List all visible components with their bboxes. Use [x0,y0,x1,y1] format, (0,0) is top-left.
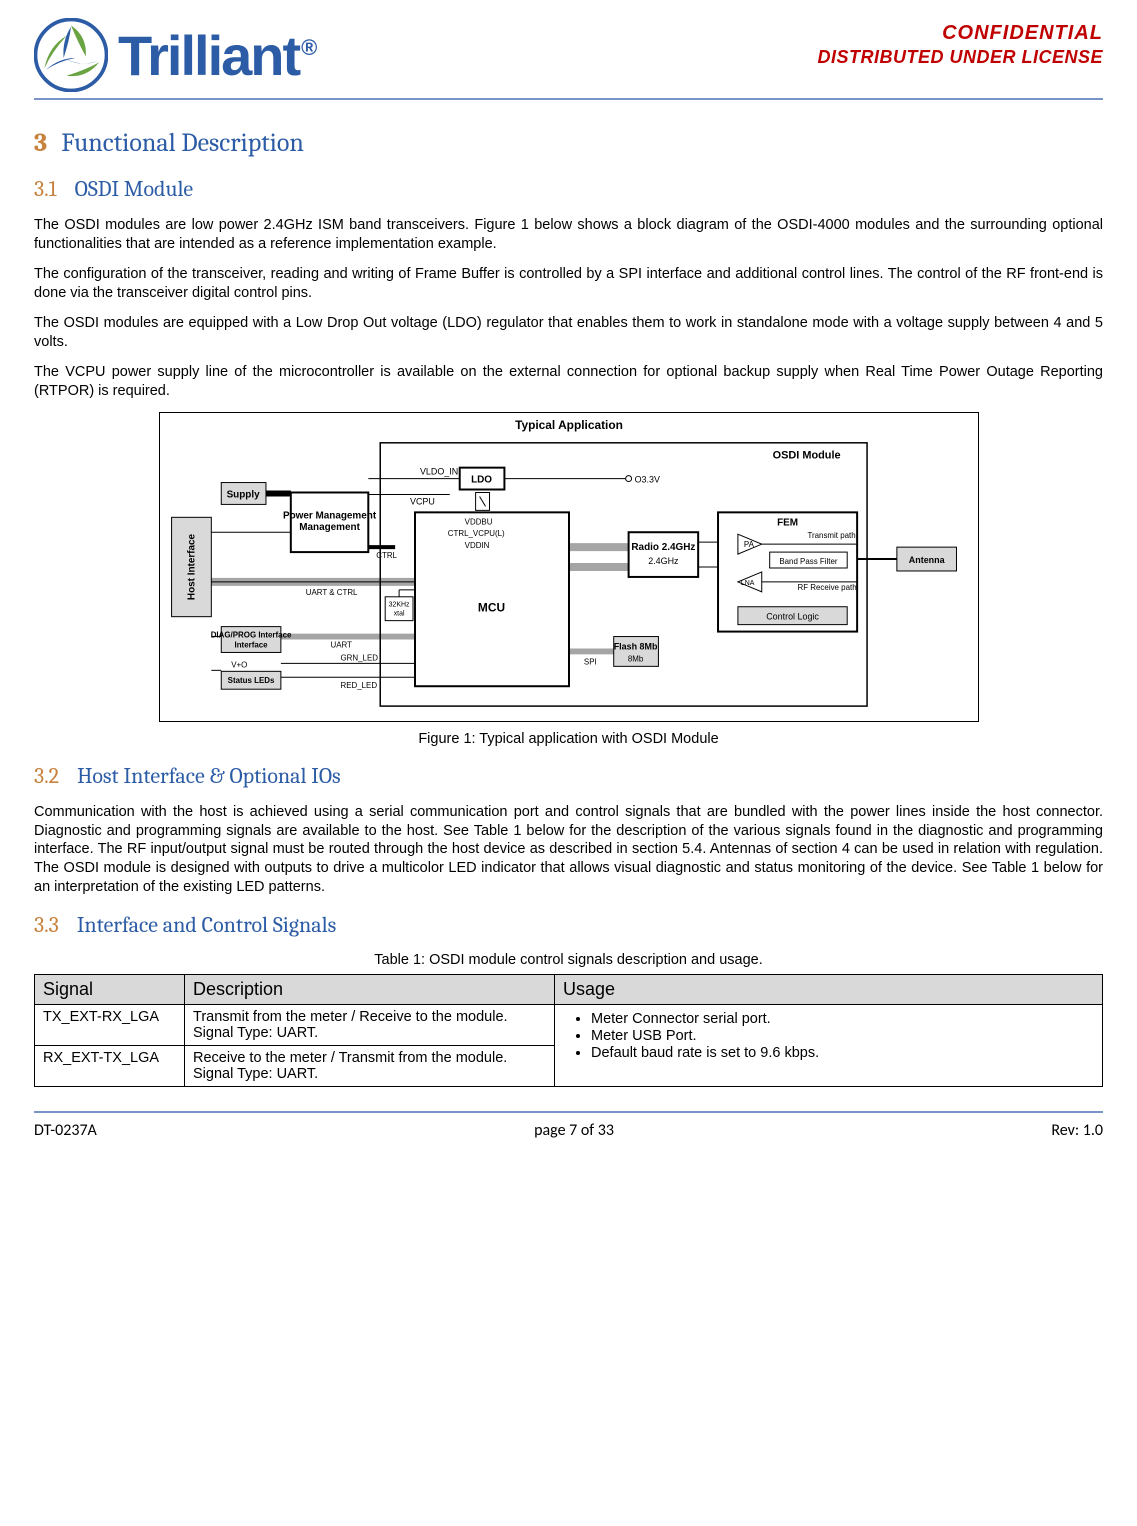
svg-text:UART & CTRL: UART & CTRL [305,588,357,597]
svg-text:Status LEDs: Status LEDs [227,677,274,686]
svg-text:Management: Management [299,523,360,534]
figure-1-caption: Figure 1: Typical application with OSDI … [34,731,1103,747]
svg-text:Power Management: Power Management [282,511,376,522]
th-usage: Usage [555,975,1103,1005]
svg-text:VCPU: VCPU [410,497,435,507]
svg-text:DIAG/PROG Interface: DIAG/PROG Interface [210,631,291,640]
svg-text:CTRL: CTRL [376,551,397,560]
svg-text:UART: UART [330,641,352,650]
confidential-label: CONFIDENTIAL [817,22,1103,45]
heading-3-2: 3.2Host Interface & Optional IOs [34,763,1103,789]
table-row: TX_EXT-RX_LGA Transmit from the meter / … [35,1005,1103,1046]
cell-usage: Meter Connector serial port. Meter USB P… [555,1005,1103,1087]
svg-text:OSDI Module: OSDI Module [772,450,840,462]
svg-text:2.4GHz: 2.4GHz [648,556,679,566]
trilliant-logo-icon [34,18,108,92]
svg-text:RED_LED: RED_LED [340,682,377,691]
svg-text:V+O: V+O [231,661,247,670]
licensed-label: DISTRIBUTED UNDER LICENSE [817,47,1103,68]
svg-text:Transmit path: Transmit path [807,532,855,541]
th-signal: Signal [35,975,185,1005]
svg-text:VDDBU: VDDBU [464,518,492,527]
cell-signal: RX_EXT-TX_LGA [35,1046,185,1087]
svg-text:FEM: FEM [777,518,798,529]
heading-3-3: 3.3Interface and Control Signals [34,912,1103,938]
paragraph: Communication with the host is achieved … [34,803,1103,896]
svg-text:8Mb: 8Mb [627,655,643,664]
figure-1: Typical Application OSDI Module Host Int… [34,412,1103,727]
cell-description: Transmit from the meter / Receive to the… [185,1005,555,1046]
table-1-caption: Table 1: OSDI module control signals des… [34,952,1103,968]
page-footer: DT-0237A page 7 of 33 Rev: 1.0 [34,1121,1103,1140]
svg-text:Control Logic: Control Logic [766,612,819,622]
page-header: Trilliant® CONFIDENTIAL DISTRIBUTED UNDE… [34,18,1103,92]
cell-description: Receive to the meter / Transmit from the… [185,1046,555,1087]
usage-item: Meter USB Port. [591,1028,1094,1044]
table-1: Signal Description Usage TX_EXT-RX_LGA T… [34,974,1103,1087]
paragraph: The configuration of the transceiver, re… [34,265,1103,302]
usage-item: Meter Connector serial port. [591,1011,1094,1027]
heading-3: 3Functional Description [34,128,1103,158]
footer-rev: Rev: 1.0 [1051,1121,1103,1140]
paragraph: The VCPU power supply line of the microc… [34,363,1103,400]
paragraph: The OSDI modules are low power 2.4GHz IS… [34,216,1103,253]
classification-block: CONFIDENTIAL DISTRIBUTED UNDER LICENSE [817,22,1103,68]
th-description: Description [185,975,555,1005]
svg-text:MCU: MCU [477,601,504,615]
svg-text:VLDO_IN: VLDO_IN [419,467,457,477]
logo-block: Trilliant® [34,18,315,92]
svg-text:Radio 2.4GHz: Radio 2.4GHz [631,542,695,553]
svg-text:PA: PA [743,541,754,550]
footer-doc-id: DT-0237A [34,1121,97,1140]
header-rule [34,98,1103,100]
svg-text:Typical Application: Typical Application [515,418,623,432]
svg-text:32KHz: 32KHz [388,602,409,609]
svg-text:Antenna: Antenna [908,555,945,565]
svg-text:VDDIN: VDDIN [464,541,489,550]
svg-text:LNA: LNA [740,580,754,587]
svg-text:GRN_LED: GRN_LED [340,654,378,663]
svg-text:Interface: Interface [234,641,268,650]
svg-text:Host Interface: Host Interface [186,534,197,601]
svg-text:Flash 8Mb: Flash 8Mb [613,642,657,652]
cell-signal: TX_EXT-RX_LGA [35,1005,185,1046]
svg-text:Supply: Supply [226,490,260,501]
paragraph: The OSDI modules are equipped with a Low… [34,314,1103,351]
logo-text: Trilliant® [118,23,315,88]
heading-3-1: 3.1OSDI Module [34,176,1103,202]
usage-item: Default baud rate is set to 9.6 kbps. [591,1045,1094,1061]
svg-text:RF Receive path: RF Receive path [797,583,856,592]
svg-text:SPI: SPI [583,658,596,667]
footer-page-number: page 7 of 33 [534,1121,614,1140]
footer-rule [34,1111,1103,1113]
svg-text:O3.3V: O3.3V [634,475,659,485]
svg-text:LDO: LDO [471,475,492,486]
svg-text:Band Pass Filter: Band Pass Filter [779,557,838,566]
svg-text:xtal: xtal [393,611,404,618]
svg-text:CTRL_VCPU(L): CTRL_VCPU(L) [447,530,504,539]
